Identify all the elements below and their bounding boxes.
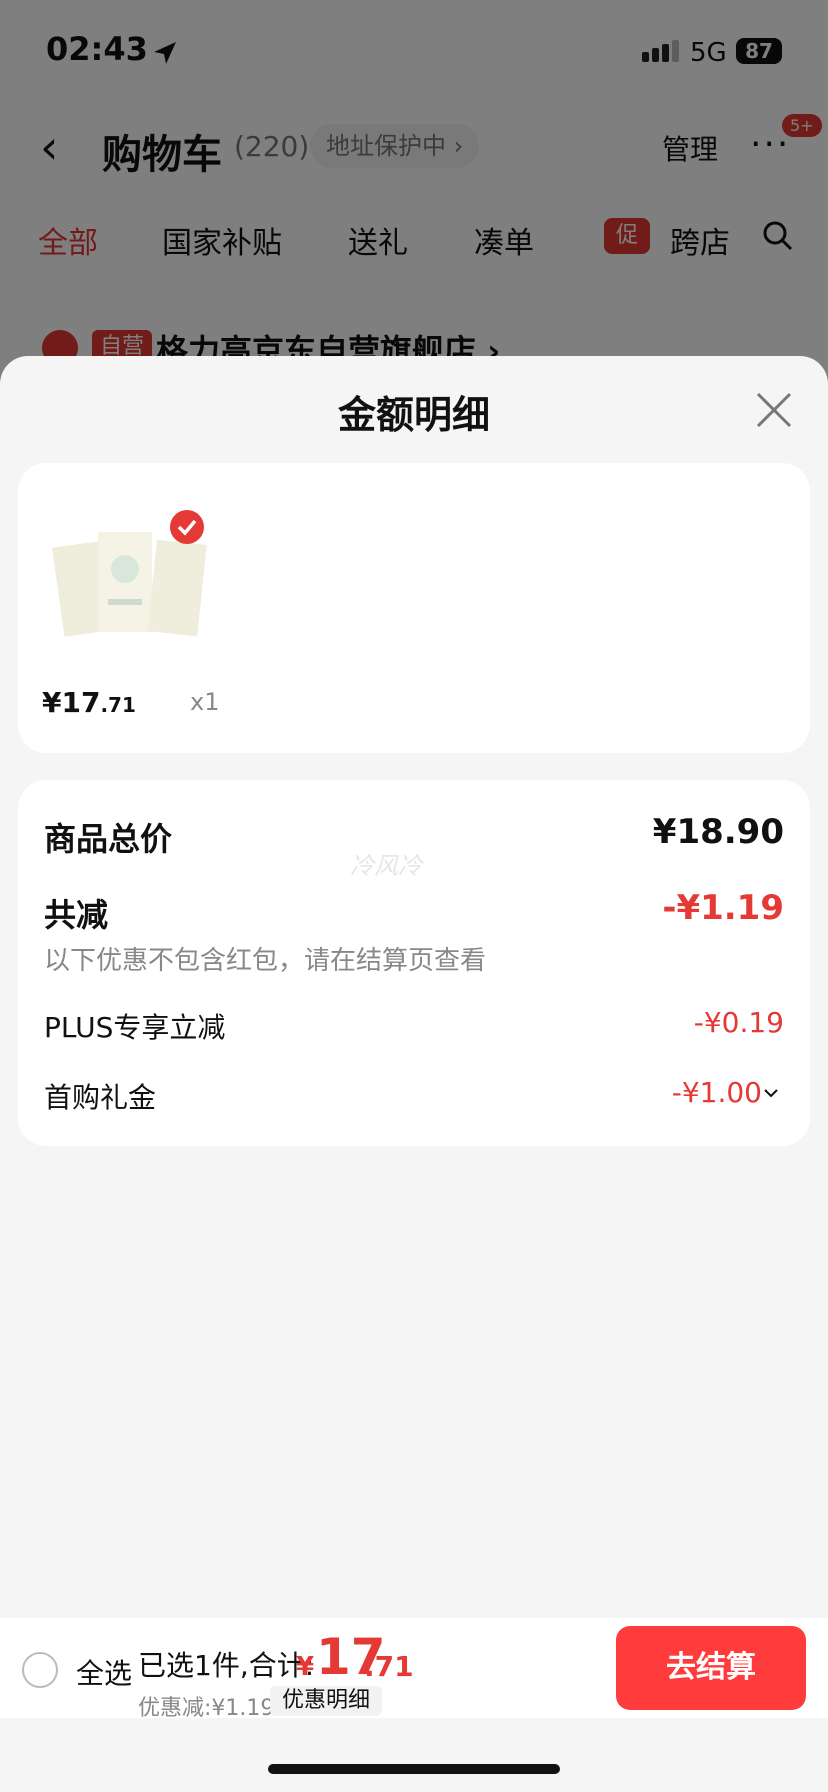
sheet-title: 金额明细 [337,393,490,437]
total-currency: ¥ [296,1652,315,1682]
selection-summary: 已选1件,合计: [138,1649,315,1682]
watermark: 冷风冷 [350,852,422,880]
discount-summary: 优惠减:¥1.19 [138,1696,275,1721]
select-all-radio[interactable] [22,1652,58,1688]
discount-detail-button[interactable]: 优惠明细 [270,1686,383,1716]
total-price-label: 商品总价 [44,820,173,858]
price-integer: ¥17 [42,686,101,719]
total-reduction-label: 共减 [44,896,109,934]
product-quantity: x1 [190,688,220,716]
chevron-down-icon[interactable] [764,1088,778,1098]
plus-discount-value: -¥0.19 [693,1006,784,1039]
total-reduction-value: -¥1.19 [662,888,784,928]
checkout-button[interactable]: 去结算 [616,1626,806,1710]
price-decimal: .71 [100,693,136,717]
total-price-value: ¥18.90 [652,812,784,852]
first-purchase-gift-value[interactable]: -¥1.00 [672,1076,762,1109]
home-indicator[interactable] [268,1764,560,1774]
total-decimal: .71 [364,1650,414,1683]
reduction-note: 以下优惠不包含红包，请在结算页查看 [44,946,487,976]
plus-discount-label: PLUS专享立减 [44,1011,226,1044]
first-purchase-gift-label: 首购礼金 [44,1081,157,1114]
product-selected-check-icon[interactable] [170,510,204,544]
close-icon[interactable] [752,388,796,432]
select-all-label[interactable]: 全选 [76,1652,132,1692]
product-price: ¥17.71 [42,686,136,719]
